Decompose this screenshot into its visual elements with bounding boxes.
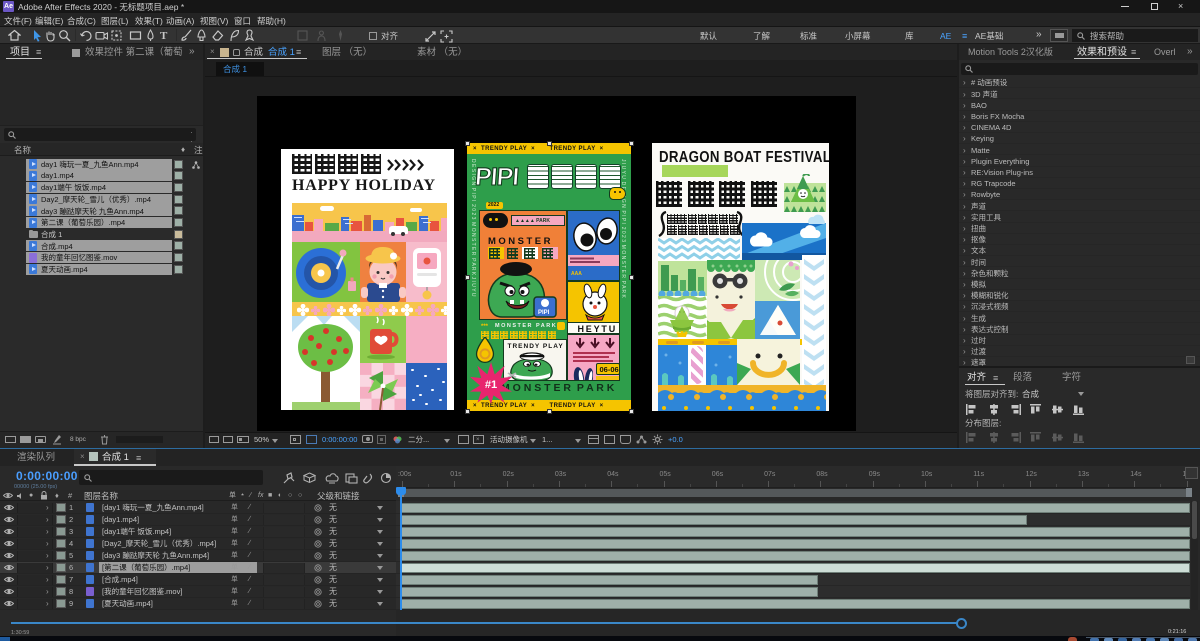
svg-text:#1: #1 [485, 379, 497, 391]
svg-text:PIPI: PIPI [538, 310, 550, 316]
svg-text:AAA: AAA [571, 271, 582, 277]
